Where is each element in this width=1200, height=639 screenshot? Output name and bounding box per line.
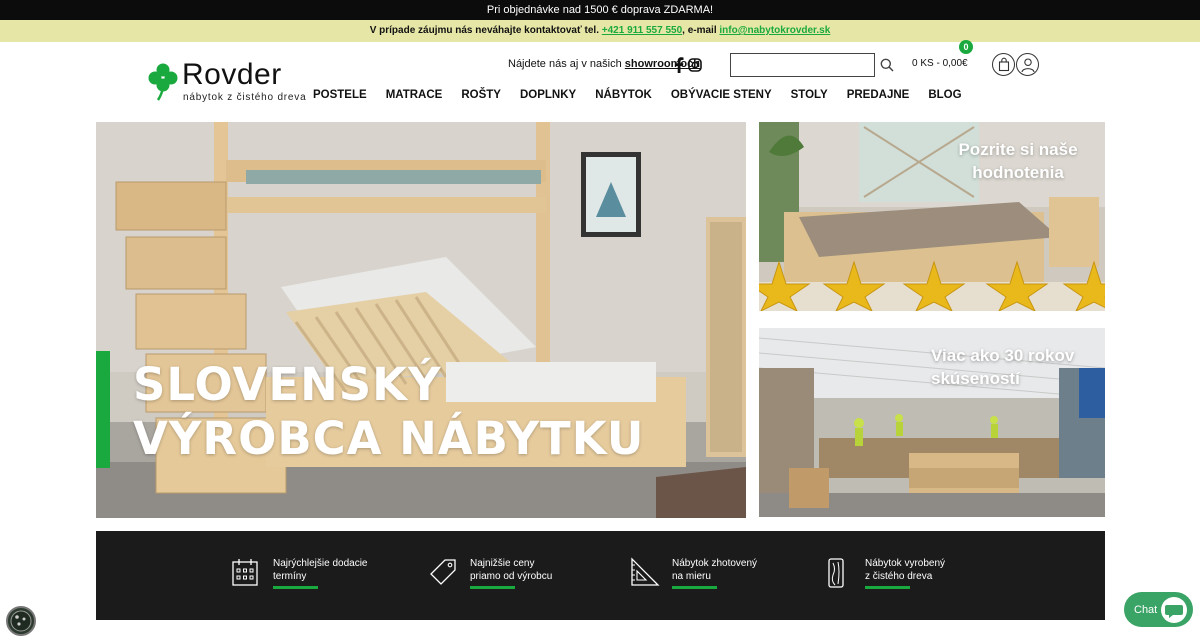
wood-plank-icon [828,558,844,588]
nav-item-postele[interactable]: POSTELE [313,89,367,101]
email-link[interactable]: info@nabytokrovder.sk [719,25,830,36]
feature-solid-wood-line1: Nábytok vyrobený [865,558,946,569]
feature-fast-delivery-line2: termíny [273,571,307,582]
main-navigation: POSTELE MATRACE ROŠTY DOPLNKY NÁBYTOK OB… [313,89,981,101]
nav-item-doplnky[interactable]: DOPLNKY [520,89,576,101]
site-logo[interactable]: Rovder nábytok z čistého dreva [148,58,306,106]
nav-item-rosty[interactable]: ROŠTY [461,89,501,101]
chat-bubble-icon [1161,597,1187,623]
feature-underline [672,586,717,589]
feature-underline [273,586,318,589]
cart-button[interactable] [992,53,1015,76]
experience-promo-title: Viac ako 30 rokov skúseností [931,344,1101,390]
shopping-bag-icon [998,57,1010,72]
feature-lowest-prices-line2: priamo od výrobcu [470,571,553,582]
nav-item-blog[interactable]: BLOG [928,89,961,101]
cart-summary[interactable]: 0 KS - 0,00€ [912,58,968,69]
logo-name: Rovder [182,58,282,91]
feature-custom-made-line2: na mieru [672,571,711,582]
experience-promo-line2: skúseností [931,369,1020,388]
showroom-note: Nájdete nás aj v našich showroomoch [508,58,700,70]
features-strip: Najrýchlejšie dodacie termíny Najnižšie … [96,531,1105,620]
speech-bubble-glyph [1165,605,1183,618]
instagram-icon[interactable] [688,58,702,72]
feature-fast-delivery-line1: Najrýchlejšie dodacie [273,558,368,569]
search-icon[interactable] [880,58,894,72]
reviews-promo-line1: Pozrite si naše [958,140,1078,159]
experience-promo-line1: Viac ako 30 rokov [931,346,1075,365]
price-tag-icon [430,559,456,585]
user-icon [1021,58,1035,73]
nav-item-matrace[interactable]: MATRACE [386,89,443,101]
contact-bar: V prípade záujmu nás neváhajte kontaktov… [0,20,1200,42]
hero-title-line1: SLOVENSKÝ [133,358,442,411]
feature-solid-wood-line2: z čistého dreva [865,571,933,582]
account-button[interactable] [1016,53,1039,76]
hero-accent-bar [96,351,110,468]
contact-prefix: V prípade záujmu nás neváhajte kontaktov… [369,25,599,36]
clover-logo-icon [148,63,178,101]
feature-underline [865,586,910,589]
set-square-icon [631,557,660,586]
reviews-promo-title: Pozrite si naše hodnotenia [938,138,1098,184]
nav-item-predajne[interactable]: PREDAJNE [847,89,910,101]
phone-link[interactable]: +421 911 557 550 [602,25,682,36]
calendar-icon [232,559,258,586]
cart-count-badge: 0 [959,40,973,54]
hero-title-line2: VÝROBCA NÁBYTKU [133,412,645,465]
cookie-settings-button[interactable] [6,606,36,636]
contact-middle: , e-mail [682,25,717,36]
facebook-icon[interactable] [674,57,684,73]
nav-item-obyvacie-steny[interactable]: OBÝVACIE STENY [671,89,772,101]
search-input[interactable] [730,53,875,77]
logo-tagline: nábytok z čistého dreva [183,92,307,103]
cookie-icon [10,610,32,632]
free-shipping-bar: Pri objednávke nad 1500 € doprava ZDARMA… [0,0,1200,20]
nav-item-nabytok[interactable]: NÁBYTOK [595,89,652,101]
feature-custom-made-line1: Nábytok zhotovený [672,558,758,569]
reviews-promo-line2: hodnotenia [972,163,1064,182]
feature-underline [470,586,515,589]
hero-title: SLOVENSKÝ VÝROBCA NÁBYTKU [133,358,644,466]
chat-label: Chat [1134,604,1158,616]
free-shipping-text: Pri objednávke nad 1500 € doprava ZDARMA… [486,4,714,16]
showroom-prefix: Nájdete nás aj v našich [508,58,622,70]
feature-lowest-prices-line1: Najnižšie ceny [470,558,535,569]
nav-item-stoly[interactable]: STOLY [791,89,828,101]
chat-widget-button[interactable]: Chat [1124,592,1193,627]
